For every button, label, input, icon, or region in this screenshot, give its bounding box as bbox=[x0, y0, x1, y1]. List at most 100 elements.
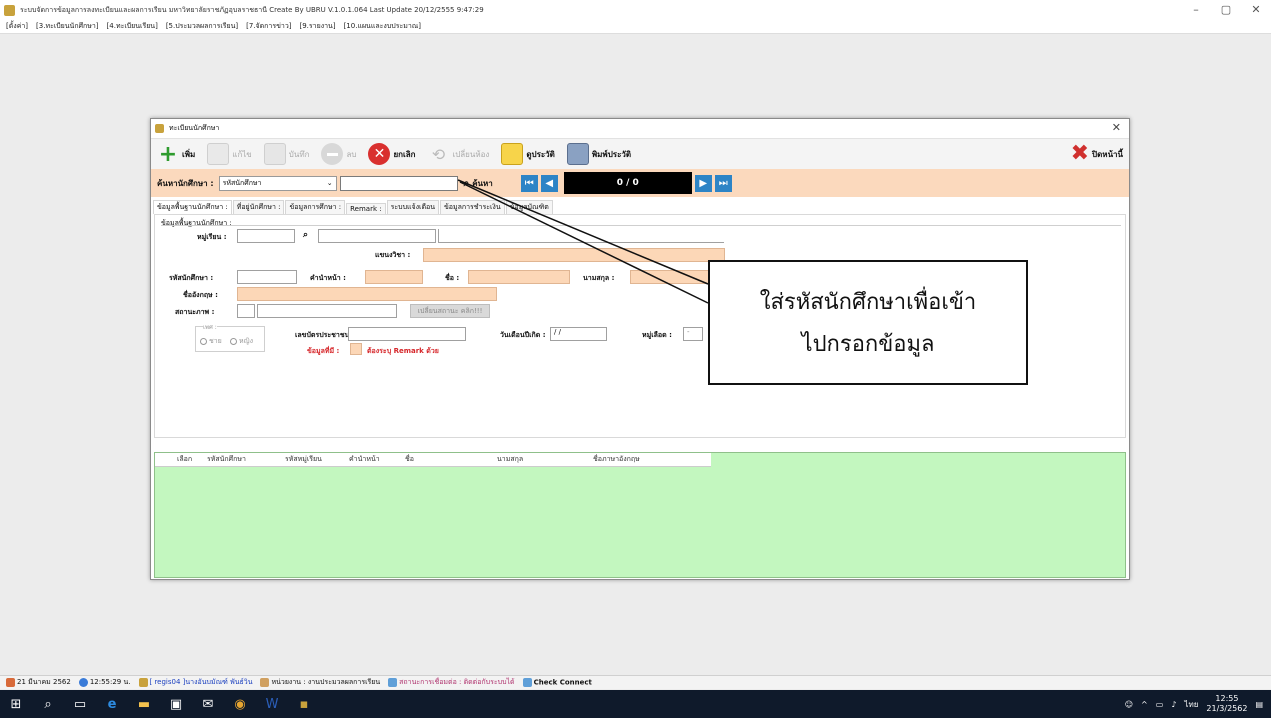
prev-record-button[interactable]: ◀ bbox=[540, 174, 558, 192]
notification-icon[interactable]: ▤ bbox=[1255, 700, 1263, 709]
instruction-callout: ใส่รหัสนักศึกษาเพื่อเข้า ไปกรอกข้อมูล bbox=[708, 260, 1028, 385]
status-unit: หน่วยงาน : งานประมวลผลการเรียน bbox=[260, 677, 380, 688]
menu-student-registration[interactable]: [3.ทะเบียนนักศึกษา] bbox=[36, 21, 99, 32]
major-field[interactable] bbox=[423, 248, 725, 262]
move-class-label: เปลี่ยนห้อง bbox=[452, 149, 490, 159]
delete-button[interactable]: ลบ bbox=[318, 142, 359, 166]
registration-app-icon[interactable]: ▪ bbox=[288, 690, 320, 718]
window-controls: – ▢ ✕ bbox=[1181, 0, 1271, 20]
birthdate-input[interactable]: / / bbox=[550, 327, 607, 341]
col-class-group[interactable]: รหัสหมู่เรียน bbox=[285, 454, 349, 465]
app-icon bbox=[4, 4, 15, 16]
menu-course-registration[interactable]: [4.ทะเบียนเรียน] bbox=[107, 21, 158, 32]
english-name-field[interactable] bbox=[237, 287, 497, 301]
male-radio[interactable]: ชาย bbox=[200, 336, 222, 347]
col-select[interactable]: เลือก bbox=[177, 454, 207, 465]
network-icon[interactable]: ▭ bbox=[1156, 700, 1164, 709]
menu-grade-processing[interactable]: [5.ประมวลผลการเรียน] bbox=[166, 21, 238, 32]
view-history-button[interactable]: ดูประวัติ bbox=[498, 142, 558, 166]
search-button-label: ค้นหา bbox=[472, 178, 493, 188]
last-name-field[interactable] bbox=[630, 270, 710, 284]
minimize-button[interactable]: – bbox=[1181, 0, 1211, 20]
people-icon[interactable]: ☺ bbox=[1125, 700, 1133, 709]
class-group-name-input[interactable] bbox=[318, 229, 436, 243]
search-label: ค้นหานักศึกษา : bbox=[157, 178, 214, 188]
menu-settings[interactable]: [ตั้งค่า] bbox=[6, 21, 28, 32]
edge-browser-icon[interactable]: e bbox=[96, 690, 128, 718]
search-icon[interactable]: ⌕ bbox=[32, 690, 64, 718]
word-icon[interactable]: W bbox=[256, 690, 288, 718]
prefix-field[interactable] bbox=[365, 270, 423, 284]
col-english-name[interactable]: ชื่อภาษาอังกฤษ bbox=[593, 454, 683, 465]
close-page-button[interactable]: ✖ ปิดหน้านี้ bbox=[1071, 143, 1123, 165]
tab-education[interactable]: ข้อมูลการศึกษา : bbox=[285, 200, 346, 214]
student-search-input[interactable] bbox=[339, 175, 458, 191]
windows-start-icon[interactable]: ⊞ bbox=[0, 690, 32, 718]
chevron-down-icon: ⌄ bbox=[326, 179, 333, 187]
first-name-field[interactable] bbox=[468, 270, 570, 284]
status-code-input[interactable] bbox=[237, 304, 255, 318]
maximize-button[interactable]: ▢ bbox=[1211, 0, 1241, 20]
col-student-id[interactable]: รหัสนักศึกษา bbox=[207, 454, 285, 465]
status-name-input[interactable] bbox=[257, 304, 397, 318]
minus-icon bbox=[321, 143, 344, 165]
tab-basic-info[interactable]: ข้อมูลพื้นฐานนักศึกษา : bbox=[153, 200, 232, 214]
search-field-select[interactable]: รหัสนักศึกษา ⌄ bbox=[218, 175, 337, 191]
move-class-button[interactable]: ⟲ เปลี่ยนห้อง bbox=[424, 142, 492, 166]
close-window-button[interactable]: ✕ bbox=[1241, 0, 1271, 20]
app-title: ระบบจัดการข้อมูลการลงทะเบียนและผลการเรีย… bbox=[20, 5, 484, 14]
edit-button[interactable]: แก้ไข bbox=[204, 142, 255, 166]
mail-icon[interactable]: ✉ bbox=[192, 690, 224, 718]
menu-news[interactable]: [7.จัดการข่าว] bbox=[246, 21, 291, 32]
user-icon bbox=[138, 677, 148, 687]
tab-address[interactable]: ที่อยู่นักศึกษา : bbox=[232, 200, 285, 214]
menu-budget[interactable]: [10.แผนและงบประมาณ] bbox=[344, 21, 421, 32]
add-button[interactable]: + เพิ่ม bbox=[154, 141, 198, 167]
citizen-id-input[interactable] bbox=[348, 327, 466, 341]
last-record-button[interactable]: ⏭ bbox=[714, 174, 732, 192]
volume-icon[interactable]: ♪ bbox=[1171, 700, 1176, 709]
change-status-button[interactable]: เปลี่ยนสถานะ คลิก!!! bbox=[410, 304, 490, 318]
first-name-label: ชื่อ : bbox=[445, 274, 460, 282]
female-radio[interactable]: หญิง bbox=[230, 336, 253, 347]
floppy-icon bbox=[263, 143, 286, 165]
radio-icon bbox=[200, 337, 207, 345]
plus-icon: + bbox=[158, 141, 178, 167]
tab-notification[interactable]: ระบบแจ้งเตือน bbox=[386, 200, 439, 214]
chrome-icon[interactable]: ◉ bbox=[224, 690, 256, 718]
cancel-button[interactable]: ✕ ยกเลิก bbox=[365, 142, 418, 166]
store-icon[interactable]: ▣ bbox=[160, 690, 192, 718]
menu-reports[interactable]: [9.รายงาน] bbox=[300, 21, 336, 32]
class-group-input[interactable] bbox=[237, 229, 295, 243]
tab-payment[interactable]: ข้อมูลการชำระเงิน bbox=[439, 200, 505, 214]
dialog-toolbar: + เพิ่ม แก้ไข บันทึก ลบ ✕ ยกเลิก ⟲ เปลี่… bbox=[151, 139, 1129, 169]
edit-label: แก้ไข bbox=[232, 149, 252, 159]
class-group-label: หมู่เรียน : bbox=[197, 233, 227, 241]
dialog-close-button[interactable]: ✕ bbox=[1112, 121, 1121, 134]
form-tabs: ข้อมูลพื้นฐานนักศึกษา : ที่อยู่นักศึกษา … bbox=[151, 200, 1129, 214]
binoculars-icon[interactable]: ⌕ bbox=[303, 230, 308, 240]
first-record-button[interactable]: ⏮ bbox=[520, 174, 538, 192]
language-indicator[interactable]: ไทย bbox=[1184, 698, 1198, 711]
tab-graduate[interactable]: ข้อมูลบัณฑิต bbox=[505, 200, 553, 214]
tray-chevron-icon[interactable]: ^ bbox=[1141, 700, 1148, 709]
search-button[interactable]: ⌕ ค้นหา bbox=[464, 177, 493, 190]
col-first-name[interactable]: ชื่อ bbox=[405, 454, 497, 465]
pencil-icon bbox=[207, 143, 230, 165]
cancel-label: ยกเลิก bbox=[393, 149, 416, 159]
task-view-icon[interactable]: ▭ bbox=[64, 690, 96, 718]
view-history-label: ดูประวัติ bbox=[526, 149, 555, 159]
print-history-button[interactable]: พิมพ์ประวัติ bbox=[564, 142, 634, 166]
file-explorer-icon[interactable]: ▬ bbox=[128, 690, 160, 718]
defect-checkbox[interactable] bbox=[350, 343, 362, 355]
col-last-name[interactable]: นามสกุล bbox=[497, 454, 593, 465]
next-record-button[interactable]: ▶ bbox=[694, 174, 712, 192]
student-id-input[interactable] bbox=[237, 270, 297, 284]
save-button[interactable]: บันทึก bbox=[261, 142, 313, 166]
col-prefix[interactable]: คำนำหน้า bbox=[349, 454, 405, 465]
tray-clock[interactable]: 12:55 21/3/2562 bbox=[1206, 694, 1247, 714]
blood-group-select[interactable]: - bbox=[683, 327, 703, 341]
check-connect-button[interactable]: Check Connect bbox=[522, 678, 592, 687]
tab-remark[interactable]: Remark : bbox=[346, 203, 386, 214]
close-x-icon: ✖ bbox=[1070, 141, 1090, 166]
